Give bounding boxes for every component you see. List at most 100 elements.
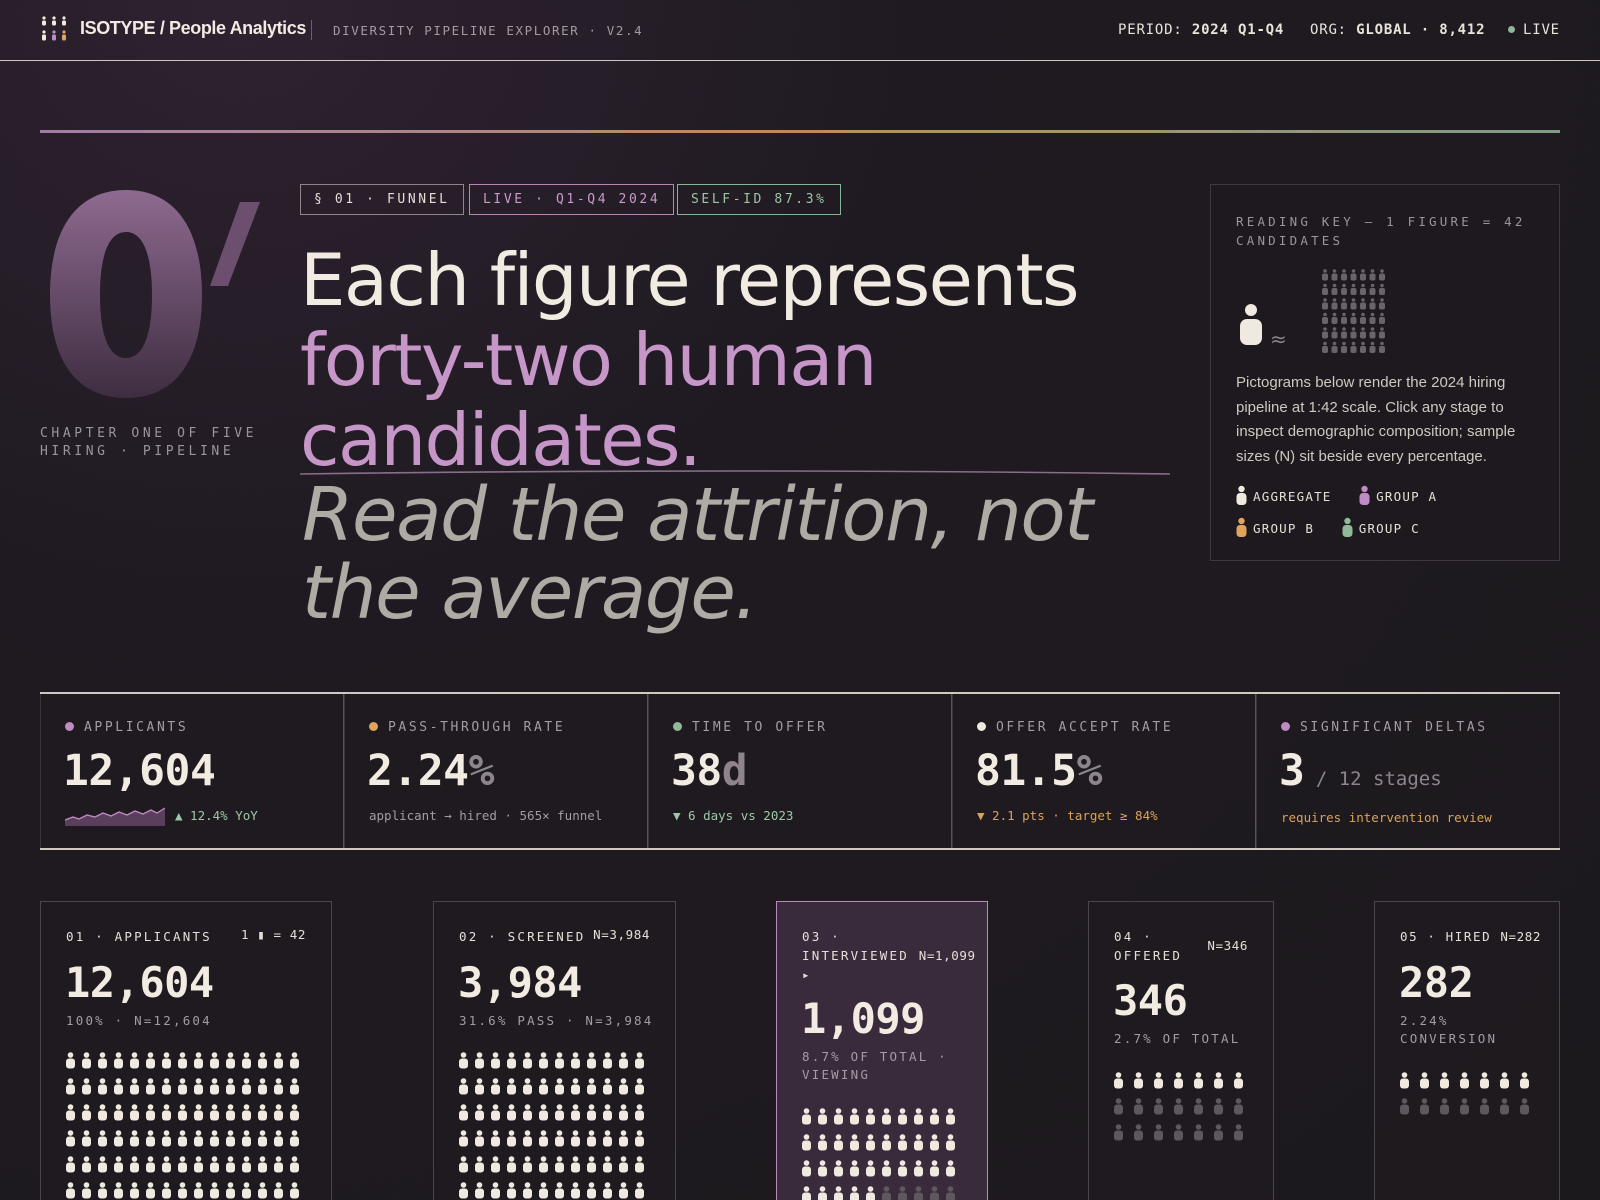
person-figure-icon xyxy=(635,1156,644,1173)
stage-card-screened[interactable]: 02 · SCREENED N=3,984 3,984 31.6% PASS ·… xyxy=(433,901,676,1200)
period-filter[interactable]: PERIOD: 2024 Q1-Q4 xyxy=(1118,22,1284,38)
person-figure-icon xyxy=(242,1052,251,1069)
stage-sub: 31.6% PASS · N=3,984 xyxy=(459,1013,654,1028)
stage-sub: 100% · N=12,604 xyxy=(66,1013,212,1028)
person-figure-icon xyxy=(114,1182,123,1199)
figure-icon xyxy=(1359,485,1370,505)
key-figure-equivalence: ≈ xyxy=(1240,269,1385,353)
person-figure-icon xyxy=(194,1156,203,1173)
person-figure-icon xyxy=(290,1156,299,1173)
kpi-dot-icon xyxy=(369,722,378,731)
person-figure-icon xyxy=(1234,1072,1243,1089)
person-figure-icon xyxy=(210,1182,219,1199)
brand-name[interactable]: ISOTYPE / People Analytics xyxy=(80,18,306,39)
person-figure-icon xyxy=(866,1160,875,1177)
person-figure-icon xyxy=(603,1078,612,1095)
stage-sample-size: N=282 xyxy=(1500,929,1542,944)
org-filter[interactable]: ORG: GLOBAL · 8,412 xyxy=(1310,22,1485,38)
person-figure-icon xyxy=(818,1134,827,1151)
kpi-significant-deltas[interactable]: SIGNIFICANT DELTAS 3 / 12 stages require… xyxy=(1256,694,1560,848)
kpi-offer-accept[interactable]: OFFER ACCEPT RATE 81.5% ▼ 2.1 pts · targ… xyxy=(952,694,1256,848)
person-figure-icon xyxy=(539,1156,548,1173)
person-figure-icon xyxy=(802,1108,811,1125)
person-figure-icon xyxy=(1214,1124,1223,1141)
person-figure-icon xyxy=(507,1078,516,1095)
kpi-applicants[interactable]: APPLICANTS 12,604 ▲ 12.4% YoY xyxy=(40,694,344,848)
mini-figure-icon xyxy=(1350,283,1357,295)
mini-figure-icon xyxy=(1350,298,1357,310)
tag-section[interactable]: § 01 · FUNNEL xyxy=(300,184,464,215)
kpi-sub: ▼ 2.1 pts · target ≥ 84% xyxy=(977,808,1158,823)
tag-self-id[interactable]: SELF-ID 87.3% xyxy=(677,184,841,215)
stage-sample-size: N=346 xyxy=(1207,938,1248,953)
stage-value: 282 xyxy=(1399,958,1474,1007)
tag-live-period[interactable]: LIVE · Q1-Q4 2024 xyxy=(469,184,675,215)
person-figure-icon xyxy=(818,1186,827,1200)
person-figure-icon xyxy=(162,1156,171,1173)
person-figure-icon xyxy=(491,1104,500,1121)
stage-sub: 2.7% OF TOTAL xyxy=(1114,1031,1241,1046)
legend-group-a[interactable]: GROUP A xyxy=(1359,485,1437,505)
person-figure-icon xyxy=(258,1182,267,1199)
stage-card-offered[interactable]: 04 · OFFERED N=346 346 2.7% OF TOTAL xyxy=(1088,901,1274,1200)
person-figure-icon xyxy=(1134,1072,1143,1089)
single-figure-icon xyxy=(1240,304,1262,345)
person-figure-icon xyxy=(491,1078,500,1095)
isotype-logo-icon[interactable] xyxy=(40,15,68,43)
person-figure-icon xyxy=(1194,1124,1203,1141)
legend-group-b[interactable]: GROUP B xyxy=(1236,517,1314,537)
mini-figure-icon xyxy=(1341,312,1347,324)
person-figure-icon xyxy=(866,1186,875,1200)
legend-aggregate[interactable]: AGGREGATE xyxy=(1236,485,1332,505)
person-figure-icon xyxy=(946,1134,955,1151)
stage-title: 05 · HIRED N=282 xyxy=(1400,929,1542,944)
stage-title: 01 · APPLICANTS xyxy=(66,929,212,944)
person-figure-icon xyxy=(178,1182,187,1199)
kpi-dot-icon xyxy=(673,722,682,731)
kpi-time-to-offer[interactable]: TIME TO OFFER 38d ▼ 6 days vs 2023 xyxy=(648,694,952,848)
person-figure-icon xyxy=(258,1078,267,1095)
person-figure-icon xyxy=(1520,1072,1529,1089)
person-figure-icon xyxy=(274,1104,283,1121)
person-figure-icon xyxy=(130,1078,139,1095)
person-figure-icon xyxy=(866,1108,875,1125)
person-figure-icon xyxy=(635,1078,644,1095)
pictogram-grid xyxy=(1114,1072,1243,1141)
person-figure-icon xyxy=(178,1104,187,1121)
person-figure-icon xyxy=(571,1078,580,1095)
person-figure-icon xyxy=(946,1108,955,1125)
legend-group-c[interactable]: GROUP C xyxy=(1342,517,1420,537)
mini-figure-icon xyxy=(1322,312,1328,324)
stage-value: 12,604 xyxy=(65,958,214,1007)
kpi-sub: applicant → hired · 565× funnel xyxy=(369,808,603,823)
person-figure-icon xyxy=(914,1134,923,1151)
kpi-pass-through[interactable]: PASS-THROUGH RATE 2.24% applicant → hire… xyxy=(344,694,648,848)
person-figure-icon xyxy=(1440,1072,1449,1089)
stage-title: 03 · INTERVIEWED N=1,099 ▸ xyxy=(802,929,976,982)
person-figure-icon xyxy=(66,1052,75,1069)
person-figure-icon xyxy=(555,1130,564,1147)
kpi-value: 12,604 xyxy=(63,746,216,796)
mini-figure-icon xyxy=(1379,283,1385,295)
stage-card-interviewed[interactable]: 03 · INTERVIEWED N=1,099 ▸ 1,099 8.7% OF… xyxy=(776,901,988,1200)
person-figure-icon xyxy=(555,1052,564,1069)
person-figure-icon xyxy=(1420,1098,1429,1115)
stage-card-applicants[interactable]: 01 · APPLICANTS 1 ▮ = 42 12,604 100% · N… xyxy=(40,901,332,1200)
pictogram-grid xyxy=(459,1052,644,1199)
mini-figure-icon xyxy=(1350,327,1357,339)
mini-figure-icon xyxy=(1331,298,1338,310)
live-label: LIVE xyxy=(1523,22,1560,38)
person-figure-icon xyxy=(539,1182,548,1199)
mini-figure-icon xyxy=(1341,269,1347,281)
stage-card-hired[interactable]: 05 · HIRED N=282 282 2.24% CONVERSION xyxy=(1374,901,1560,1200)
mini-figure-icon xyxy=(1379,327,1385,339)
person-figure-icon xyxy=(66,1104,75,1121)
mini-figure-icon xyxy=(1369,327,1376,339)
person-figure-icon xyxy=(226,1156,235,1173)
person-figure-icon xyxy=(242,1156,251,1173)
person-figure-icon xyxy=(1480,1098,1489,1115)
person-figure-icon xyxy=(66,1078,75,1095)
person-figure-icon xyxy=(571,1182,580,1199)
mini-figure-icon xyxy=(1379,298,1385,310)
legend: AGGREGATE GROUP A GROUP B GROUP C xyxy=(1236,485,1546,549)
